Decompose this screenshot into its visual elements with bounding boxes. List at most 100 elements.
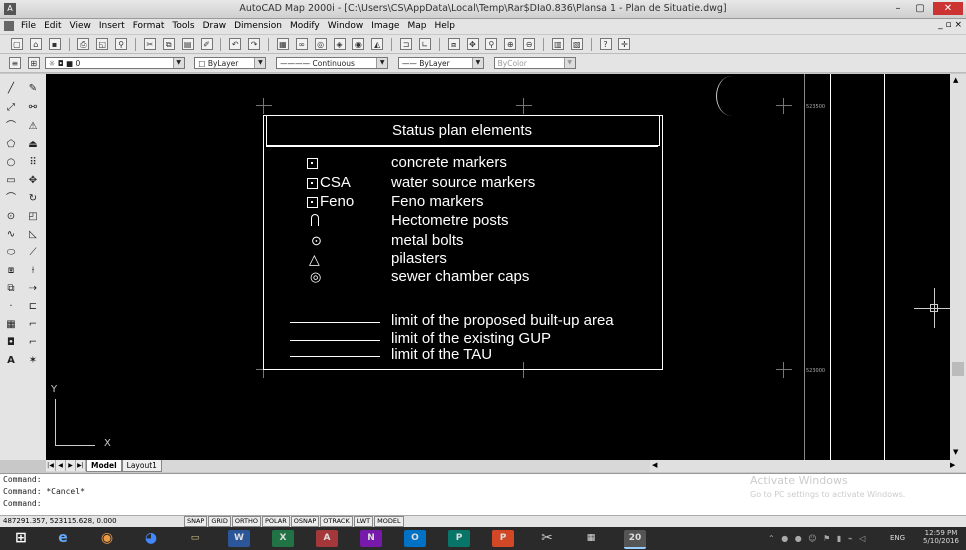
chevron-down-icon[interactable]: ▼	[376, 58, 388, 68]
offset-icon[interactable]: ⏏	[26, 138, 40, 152]
redo-icon[interactable]: ↷	[248, 38, 261, 50]
trim-icon[interactable]: ⟊	[26, 264, 40, 278]
make-block-icon[interactable]: ⧉	[4, 282, 18, 296]
menu-image[interactable]: Image	[367, 19, 403, 34]
menu-edit[interactable]: Edit	[40, 19, 65, 34]
find-icon[interactable]: ⚲	[115, 38, 128, 50]
chrome-icon[interactable]: ◉	[96, 530, 118, 547]
lwt-toggle[interactable]: LWT	[353, 516, 374, 527]
arc-icon[interactable]: ⌒	[4, 192, 18, 206]
pan-icon[interactable]: ✥	[466, 38, 479, 50]
map-tool-icon[interactable]: ✛	[618, 38, 631, 50]
menu-draw[interactable]: Draw	[199, 19, 231, 34]
cut-icon[interactable]: ✂	[143, 38, 156, 50]
menu-tools[interactable]: Tools	[168, 19, 198, 34]
dist-icon[interactable]: ∟	[418, 38, 431, 50]
chevron-down-icon[interactable]: ▼	[254, 58, 266, 68]
spline-icon[interactable]: ∿	[4, 228, 18, 242]
menu-view[interactable]: View	[66, 19, 95, 34]
osnap-toggle[interactable]: OSNAP	[290, 516, 320, 527]
ucs-icon[interactable]: ⊐	[400, 38, 412, 50]
paste-icon[interactable]: ▤	[181, 38, 194, 50]
extend-icon[interactable]: ⇢	[26, 282, 40, 296]
snipping-tool-icon[interactable]: ✂	[536, 530, 558, 547]
zoom-previous-icon[interactable]: ⊖	[523, 38, 536, 50]
rectangle-icon[interactable]: ▭	[4, 174, 18, 188]
menu-help[interactable]: Help	[430, 19, 459, 34]
scroll-up-icon[interactable]: ▲	[953, 76, 958, 84]
properties-icon[interactable]: ◈	[333, 38, 346, 50]
grid-toggle[interactable]: GRID	[208, 516, 231, 527]
close-button[interactable]: ✕	[933, 2, 963, 15]
layers-icon[interactable]: ≡	[8, 57, 21, 69]
chevron-down-icon[interactable]: ▼	[471, 58, 483, 68]
access-icon[interactable]: A	[316, 530, 338, 547]
adcenter-icon[interactable]: ▧	[570, 38, 583, 50]
menu-file[interactable]: File	[17, 19, 40, 34]
insert-block-icon[interactable]: ⧆	[4, 264, 18, 278]
scroll-left-icon[interactable]: ◀	[652, 461, 657, 469]
prev-tab-icon[interactable]: ◀	[56, 460, 66, 471]
data-icon[interactable]: ◉	[352, 38, 365, 50]
command-prompt[interactable]: Command:	[3, 499, 42, 508]
maximize-button[interactable]: ▢	[910, 2, 930, 15]
next-tab-icon[interactable]: ▶	[66, 460, 76, 471]
tab-model[interactable]: Model	[86, 460, 122, 472]
hyperlink-icon[interactable]: ∞	[295, 38, 308, 50]
circle-icon[interactable]: ○	[4, 156, 18, 170]
hatch-icon[interactable]: ▦	[4, 318, 18, 332]
plotstyle-dropdown[interactable]: ByColor ▼	[493, 57, 576, 69]
start-button-icon[interactable]: ⊞	[10, 530, 32, 547]
snap-icon[interactable]: ◎	[314, 38, 327, 50]
last-tab-icon[interactable]: ▶|	[76, 460, 86, 471]
print-preview-icon[interactable]: ◱	[96, 38, 109, 50]
layers-tool-icon[interactable]: ◭	[371, 38, 384, 50]
scroll-thumb[interactable]	[952, 362, 964, 376]
vertical-scrollbar[interactable]: ▲ ▼	[950, 74, 966, 460]
menu-format[interactable]: Format	[129, 19, 169, 34]
mirror-icon[interactable]: ⚠	[26, 120, 40, 134]
polygon-icon[interactable]: ⬠	[4, 138, 18, 152]
language-indicator[interactable]: ENG	[890, 534, 905, 542]
word-icon[interactable]: W	[228, 530, 250, 547]
copy-icon[interactable]: ⧉	[162, 38, 175, 50]
file-explorer-icon[interactable]: ▭	[184, 530, 206, 547]
lengthen-icon[interactable]: ⟋	[26, 246, 40, 260]
properties-window-icon[interactable]: ▥	[551, 38, 564, 50]
layer-dropdown[interactable]: ☼ ◘ ■ 0 ▼	[44, 57, 185, 69]
undo-icon[interactable]: ↶	[229, 38, 242, 50]
design-center-icon[interactable]: ▦	[276, 38, 289, 50]
powerpoint-icon[interactable]: P	[492, 530, 514, 547]
autocad-taskbar-icon[interactable]: 20	[624, 530, 646, 549]
scroll-down-icon[interactable]: ▼	[953, 448, 958, 456]
media-app-icon[interactable]: ▦	[580, 530, 602, 547]
chevron-down-icon[interactable]: ▼	[563, 58, 575, 68]
save-icon[interactable]: ▪	[48, 38, 61, 50]
ellipse-icon[interactable]: ⬭	[4, 246, 18, 260]
snap-toggle[interactable]: SNAP	[184, 516, 208, 527]
named-views-icon[interactable]: ⧈	[447, 38, 460, 50]
ortho-toggle[interactable]: ORTHO	[231, 516, 261, 527]
make-object-layer-current-icon[interactable]: ⊞	[27, 57, 40, 69]
excel-icon[interactable]: X	[272, 530, 294, 547]
print-icon[interactable]: ⎙	[77, 38, 90, 50]
array-icon[interactable]: ⠿	[26, 156, 40, 170]
stretch-icon[interactable]: ◺	[26, 228, 40, 242]
rotate-icon[interactable]: ↻	[26, 192, 40, 206]
copy-object-icon[interactable]: ⚯	[26, 101, 40, 115]
line-icon[interactable]: ╱	[4, 82, 18, 96]
scroll-right-icon[interactable]: ▶	[950, 461, 955, 469]
explode-icon[interactable]: ✶	[26, 354, 40, 368]
construction-line-icon[interactable]: ⤢	[4, 101, 18, 115]
polar-toggle[interactable]: POLAR	[261, 516, 290, 527]
chevron-down-icon[interactable]: ▼	[172, 58, 184, 68]
move-icon[interactable]: ✥	[26, 174, 40, 188]
chamfer-icon[interactable]: ⌐	[26, 318, 40, 332]
color-dropdown[interactable]: □ ByLayer ▼	[194, 57, 267, 69]
browser-icon[interactable]: ◕	[140, 530, 162, 547]
scale-icon[interactable]: ◰	[26, 210, 40, 224]
first-tab-icon[interactable]: |◀	[46, 460, 56, 471]
internet-explorer-icon[interactable]: e	[52, 530, 74, 547]
region-icon[interactable]: ◘	[4, 336, 18, 350]
lineweight-dropdown[interactable]: —— ByLayer ▼	[397, 57, 484, 69]
